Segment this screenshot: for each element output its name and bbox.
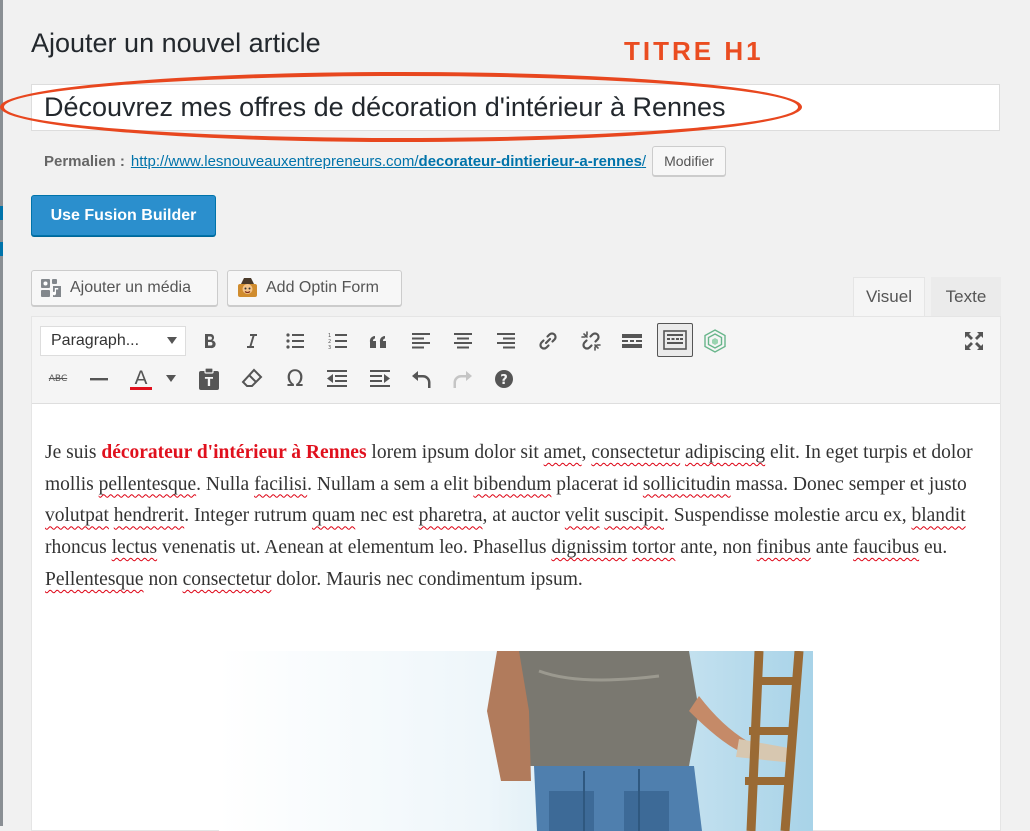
align-center-icon[interactable] bbox=[449, 327, 477, 355]
tab-visual[interactable]: Visuel bbox=[853, 277, 925, 316]
content-text: massa. Donec semper et justo bbox=[730, 473, 967, 495]
add-optin-form-button[interactable]: Add Optin Form bbox=[227, 270, 402, 306]
content-text: Je suis bbox=[45, 442, 102, 463]
modify-permalink-button[interactable]: Modifier bbox=[652, 146, 726, 176]
editor-toolbar: Paragraph... 123 ABC A T Ω ? bbox=[32, 317, 1000, 404]
content-text: placerat id bbox=[551, 473, 643, 495]
paste-text-icon[interactable]: T bbox=[195, 365, 223, 393]
bold-icon[interactable] bbox=[196, 327, 224, 355]
clear-formatting-icon[interactable] bbox=[238, 365, 266, 393]
page-title: Ajouter un nouvel article bbox=[31, 28, 321, 58]
permalink-trailing: / bbox=[641, 152, 647, 170]
content-text: . Nullam a sem a elit bbox=[307, 473, 474, 495]
content-text: rhoncus bbox=[45, 537, 112, 559]
content-text: . Integer rutrum bbox=[184, 505, 312, 527]
help-icon[interactable]: ? bbox=[490, 365, 518, 393]
redo-icon[interactable] bbox=[449, 365, 477, 393]
fullscreen-icon[interactable] bbox=[960, 327, 988, 355]
annotation-label: TITRE H1 bbox=[624, 36, 764, 66]
outdent-icon[interactable] bbox=[323, 365, 351, 393]
spellcheck-word: adipiscing bbox=[685, 442, 766, 463]
spellcheck-word: volutpat bbox=[45, 505, 109, 527]
content-text: nec est bbox=[355, 505, 419, 527]
fusion-shortcodes-icon[interactable] bbox=[701, 327, 729, 355]
admin-sidebar-edge bbox=[0, 0, 3, 826]
content-text: lorem ipsum dolor sit bbox=[366, 442, 544, 463]
spellcheck-word: faucibus bbox=[853, 537, 920, 559]
spellcheck-word: amet bbox=[543, 442, 582, 463]
text-color-icon[interactable]: A bbox=[127, 365, 155, 393]
permalink-link[interactable]: http://www.lesnouveauxentrepreneurs.com/… bbox=[131, 153, 646, 170]
add-optin-label: Add Optin Form bbox=[266, 279, 379, 296]
format-select[interactable]: Paragraph... bbox=[40, 326, 186, 356]
toolbar-toggle-icon[interactable] bbox=[657, 323, 693, 357]
spellcheck-word: consectetur bbox=[591, 442, 681, 463]
content-text: ante bbox=[810, 537, 854, 559]
admin-sidebar-indicator bbox=[0, 242, 3, 256]
unlink-icon[interactable] bbox=[577, 327, 605, 355]
spellcheck-word: facilisi bbox=[254, 473, 308, 495]
fusion-builder-button[interactable]: Use Fusion Builder bbox=[31, 195, 216, 236]
content-highlight: décorateur d'intérieur à Rennes bbox=[101, 442, 367, 463]
blockquote-icon[interactable] bbox=[365, 327, 393, 355]
spellcheck-word: dignissim bbox=[551, 537, 628, 559]
add-media-label: Ajouter un média bbox=[70, 279, 191, 296]
editor-area: Paragraph... 123 ABC A T Ω ? Je suis déc… bbox=[31, 316, 1001, 831]
content-text: . Nulla bbox=[196, 473, 255, 495]
spellcheck-word: blandit bbox=[911, 505, 966, 527]
special-character-icon[interactable]: Ω bbox=[281, 365, 309, 393]
spellcheck-word: pharetra bbox=[418, 505, 483, 527]
chevron-down-icon bbox=[167, 337, 177, 344]
admin-sidebar-indicator bbox=[0, 206, 3, 220]
numbered-list-icon[interactable]: 123 bbox=[324, 327, 352, 355]
chevron-down-icon[interactable] bbox=[162, 365, 180, 393]
spellcheck-word: tortor bbox=[632, 537, 676, 559]
add-media-button[interactable]: Ajouter un média bbox=[31, 270, 218, 306]
content-text: eu. bbox=[919, 537, 948, 559]
align-left-icon[interactable] bbox=[407, 327, 435, 355]
svg-text:T: T bbox=[205, 375, 214, 389]
spellcheck-word: velit bbox=[564, 505, 600, 527]
indent-icon[interactable] bbox=[366, 365, 394, 393]
permalink-base: http://www.lesnouveauxentrepreneurs.com/ bbox=[130, 152, 419, 170]
content-image[interactable] bbox=[219, 651, 813, 831]
spellcheck-word: pellentesque bbox=[98, 473, 197, 495]
svg-text:?: ? bbox=[500, 373, 508, 388]
spellcheck-word: bibendum bbox=[473, 473, 552, 495]
spellcheck-word: lectus bbox=[111, 537, 158, 559]
content-text: dolor. Mauris nec condimentum ipsum. bbox=[271, 568, 583, 590]
tab-text[interactable]: Texte bbox=[931, 277, 1001, 316]
content-text: venenatis ut. Aenean at elementum leo. P… bbox=[157, 537, 552, 559]
optin-icon bbox=[236, 277, 260, 299]
media-icon bbox=[40, 277, 64, 299]
svg-text:A: A bbox=[135, 367, 148, 389]
content-text: . Suspendisse molestie arcu ex, bbox=[663, 505, 912, 527]
format-select-value: Paragraph... bbox=[51, 332, 140, 349]
link-icon[interactable] bbox=[534, 327, 562, 355]
undo-icon[interactable] bbox=[407, 365, 435, 393]
strikethrough-icon[interactable]: ABC bbox=[43, 365, 73, 393]
spellcheck-word: suscipit bbox=[604, 505, 664, 527]
permalink-row: Permalien : http://www.lesnouveauxentrep… bbox=[44, 146, 726, 176]
content-text: non bbox=[143, 568, 183, 590]
spellcheck-word: finibus bbox=[756, 537, 811, 559]
italic-icon[interactable] bbox=[238, 327, 266, 355]
post-title-input[interactable] bbox=[31, 84, 1000, 131]
read-more-icon[interactable] bbox=[618, 327, 646, 355]
spellcheck-word: hendrerit bbox=[113, 505, 185, 527]
spellcheck-word: sollicitudin bbox=[642, 473, 731, 495]
spellcheck-word: Pellentesque bbox=[45, 568, 144, 590]
horizontal-line-icon[interactable] bbox=[85, 365, 113, 393]
spellcheck-word: consectetur bbox=[182, 568, 272, 590]
spellcheck-word: quam bbox=[311, 505, 356, 527]
content-text: , at auctor bbox=[482, 505, 565, 527]
align-right-icon[interactable] bbox=[492, 327, 520, 355]
bullet-list-icon[interactable] bbox=[281, 327, 309, 355]
permalink-slug: decorateur-dintierieur-a-rennes bbox=[418, 152, 642, 170]
content-text: ante, non bbox=[675, 537, 757, 559]
svg-text:3: 3 bbox=[328, 345, 331, 350]
content-text: , bbox=[581, 442, 592, 463]
editor-content[interactable]: Je suis décorateur d'intérieur à Rennes … bbox=[45, 437, 985, 596]
permalink-label: Permalien : bbox=[44, 152, 125, 170]
